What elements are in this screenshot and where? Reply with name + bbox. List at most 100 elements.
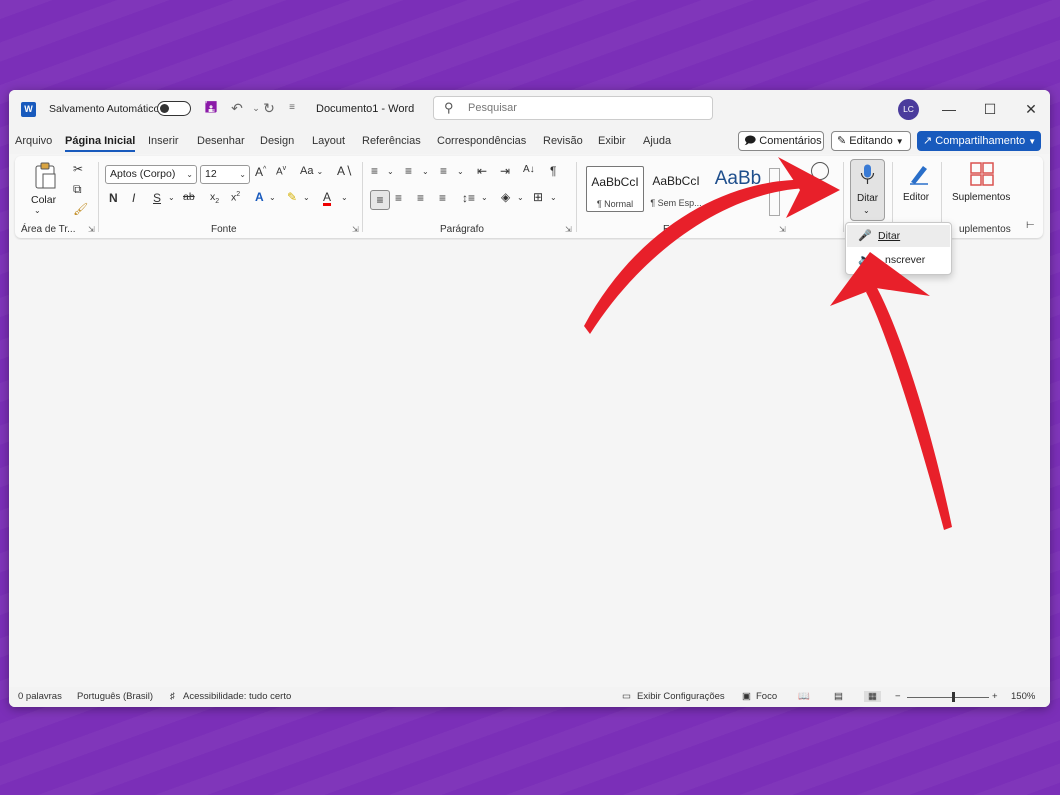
cut-icon[interactable]: ✂ — [73, 162, 83, 176]
styles-scrollbar[interactable] — [769, 168, 780, 216]
line-spacing-icon[interactable]: ↕≡ — [462, 191, 475, 205]
editing-mode-button[interactable]: ✎ Editando ▼ — [831, 131, 911, 151]
shrink-font-icon[interactable]: Av — [276, 165, 286, 177]
editor-icon[interactable] — [907, 162, 931, 186]
minimize-icon[interactable]: — — [938, 98, 960, 120]
decrease-indent-icon[interactable]: ⇤ — [477, 164, 487, 178]
underline-icon[interactable]: S — [153, 191, 161, 205]
tab-design[interactable]: Design — [260, 135, 294, 147]
multilevel-list-icon[interactable]: ≡ — [440, 164, 447, 178]
maximize-icon[interactable]: ☐ — [979, 98, 1001, 120]
zoom-in-button[interactable]: + — [992, 691, 998, 702]
tab-inserir[interactable]: Inserir — [148, 135, 179, 147]
redo-icon[interactable]: ↻ — [259, 98, 279, 118]
bullets-icon[interactable]: ≡ — [371, 164, 378, 178]
tab-pagina-inicial[interactable]: Página Inicial — [65, 135, 136, 152]
word-count[interactable]: 0 palavras — [18, 691, 62, 702]
customize-toolbar-icon[interactable]: ≡ — [282, 98, 302, 118]
show-marks-icon[interactable]: ¶ — [550, 164, 556, 178]
style-normal[interactable]: AaBbCcI ¶ Normal — [586, 166, 644, 212]
clipboard-launcher-icon[interactable]: ⇲ — [88, 225, 95, 234]
paste-label[interactable]: Colar — [31, 194, 56, 206]
zoom-slider[interactable] — [907, 697, 989, 698]
text-effects-dropdown-icon[interactable]: ⌄ — [269, 193, 276, 202]
borders-dropdown-icon[interactable]: ⌄ — [550, 193, 557, 202]
paste-icon[interactable] — [33, 162, 57, 190]
display-settings-button[interactable]: Exibir Configurações — [637, 691, 725, 702]
pin-ribbon-icon[interactable]: ⊢ — [1026, 220, 1035, 231]
tab-revisao[interactable]: Revisão — [543, 135, 583, 147]
subscript-icon[interactable]: x2 — [210, 191, 219, 205]
close-icon[interactable]: ✕ — [1020, 98, 1042, 120]
print-layout-icon[interactable]: ▤ — [834, 691, 843, 702]
chevron-down-icon[interactable]: ⌄ — [863, 206, 870, 215]
font-color-icon[interactable]: A — [323, 190, 331, 204]
text-effects-icon[interactable]: A — [255, 190, 264, 204]
strikethrough-icon[interactable]: ab — [183, 191, 195, 203]
dictate-menu-item[interactable]: 🎤 Ditar — [847, 225, 950, 247]
tab-referencias[interactable]: Referências — [362, 135, 421, 147]
tab-arquivo[interactable]: Arquivo — [15, 135, 52, 147]
accessibility-status[interactable]: Acessibilidade: tudo certo — [183, 691, 291, 702]
borders-icon[interactable]: ⊞ — [533, 190, 543, 204]
undo-icon[interactable]: ↶ — [227, 98, 247, 118]
tab-correspondencias[interactable]: Correspondências — [437, 135, 526, 147]
font-launcher-icon[interactable]: ⇲ — [352, 225, 359, 234]
increase-indent-icon[interactable]: ⇥ — [500, 164, 510, 178]
tab-exibir[interactable]: Exibir — [598, 135, 626, 147]
copy-icon[interactable]: ⧉ — [73, 182, 82, 197]
language-indicator[interactable]: Português (Brasil) — [77, 691, 153, 702]
document-canvas[interactable] — [9, 240, 1050, 687]
underline-dropdown-icon[interactable]: ⌄ — [168, 193, 175, 202]
tab-ajuda[interactable]: Ajuda — [643, 135, 671, 147]
styles-launcher-icon[interactable]: ⇲ — [779, 225, 786, 234]
highlight-dropdown-icon[interactable]: ⌄ — [303, 193, 310, 202]
superscript-icon[interactable]: x2 — [231, 191, 240, 204]
style-heading1[interactable]: AaBb — [708, 166, 768, 212]
numbering-dropdown-icon[interactable]: ⌄ — [422, 167, 429, 176]
clear-formatting-icon[interactable]: A∖ — [337, 164, 353, 178]
zoom-slider-thumb[interactable] — [952, 692, 955, 702]
grow-font-icon[interactable]: A^ — [255, 165, 266, 179]
multilevel-dropdown-icon[interactable]: ⌄ — [457, 167, 464, 176]
font-name-combo[interactable]: Aptos (Corpo) ⌄ — [105, 165, 197, 184]
bullets-dropdown-icon[interactable]: ⌄ — [387, 167, 394, 176]
addins-label[interactable]: Suplementos — [952, 192, 1010, 203]
italic-icon[interactable]: I — [132, 191, 135, 205]
editor-label[interactable]: Editor — [903, 192, 929, 203]
autosave-toggle[interactable] — [157, 101, 191, 116]
numbering-icon[interactable]: ≡ — [405, 164, 412, 178]
zoom-out-button[interactable]: − — [895, 691, 901, 702]
shading-dropdown-icon[interactable]: ⌄ — [517, 193, 524, 202]
web-layout-icon[interactable]: ▦ — [864, 691, 881, 702]
justify-icon[interactable]: ≡ — [439, 191, 446, 205]
read-mode-icon[interactable]: 📖 — [798, 691, 810, 702]
highlight-icon[interactable]: ✎ — [287, 190, 297, 204]
dictate-button[interactable]: Ditar ⌄ — [850, 159, 885, 221]
paragraph-launcher-icon[interactable]: ⇲ — [565, 225, 572, 234]
bold-icon[interactable]: N — [109, 191, 118, 205]
align-right-icon[interactable]: ≡ — [417, 191, 424, 205]
shading-icon[interactable]: ◈ — [501, 190, 510, 204]
paste-dropdown-icon[interactable]: ⌄ — [34, 206, 41, 215]
sort-icon[interactable]: A↓ — [523, 164, 535, 175]
tab-layout[interactable]: Layout — [312, 135, 345, 147]
user-avatar[interactable]: LC — [898, 99, 919, 120]
align-left-icon[interactable]: ≡ — [370, 190, 390, 210]
style-no-spacing[interactable]: AaBbCcI ¶ Sem Esp... — [647, 166, 705, 212]
comments-button[interactable]: 🗩 Comentários — [738, 131, 824, 151]
find-icon[interactable] — [811, 162, 829, 180]
line-spacing-dropdown-icon[interactable]: ⌄ — [481, 193, 488, 202]
addins-icon[interactable] — [970, 162, 994, 186]
align-center-icon[interactable]: ≡ — [395, 191, 402, 205]
zoom-level[interactable]: 150% — [1011, 691, 1035, 702]
save-icon[interactable]: 🖪 — [201, 98, 221, 118]
tab-desenhar[interactable]: Desenhar — [197, 135, 245, 147]
format-painter-icon[interactable]: 🖌 — [73, 202, 88, 216]
font-color-dropdown-icon[interactable]: ⌄ — [341, 193, 348, 202]
search-box[interactable]: ⚲ Pesquisar — [433, 96, 713, 120]
transcribe-menu-item[interactable]: 🔈 nscrever — [847, 249, 950, 271]
change-case-button[interactable]: Aa ⌄ — [300, 165, 323, 177]
focus-button[interactable]: Foco — [756, 691, 777, 702]
share-button[interactable]: ↗ Compartilhamento ▼ — [917, 131, 1041, 151]
